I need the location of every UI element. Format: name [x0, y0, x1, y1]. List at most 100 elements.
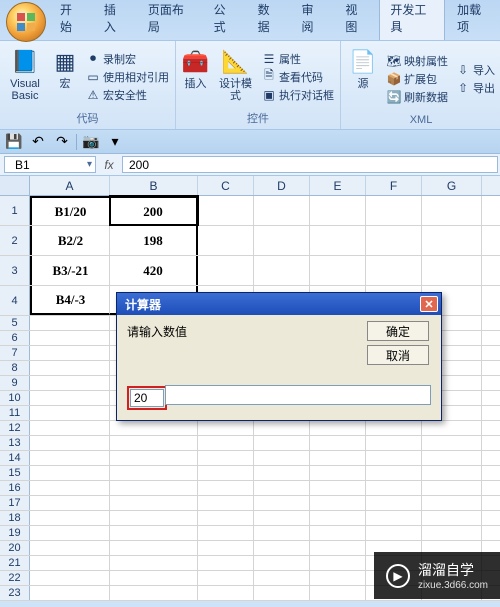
row-9[interactable]: 9 [0, 376, 30, 390]
cell[interactable] [310, 451, 366, 465]
cell-E1[interactable] [310, 196, 366, 225]
cell[interactable] [110, 511, 198, 525]
cell[interactable] [110, 571, 198, 585]
cell[interactable] [310, 421, 366, 435]
tab-review[interactable]: 审阅 [292, 0, 334, 40]
row-5[interactable]: 5 [0, 316, 30, 330]
cell[interactable] [198, 511, 254, 525]
row-17[interactable]: 17 [0, 496, 30, 510]
row-15[interactable]: 15 [0, 466, 30, 480]
use-relative-button[interactable]: ▭使用相对引用 [84, 68, 171, 86]
col-G[interactable]: G [422, 176, 482, 195]
row-10[interactable]: 10 [0, 391, 30, 405]
cell[interactable] [310, 256, 366, 285]
cell[interactable] [198, 541, 254, 555]
col-B[interactable]: B [110, 176, 198, 195]
cell[interactable] [30, 526, 110, 540]
tab-insert[interactable]: 插入 [94, 0, 136, 40]
col-D[interactable]: D [254, 176, 310, 195]
row-1[interactable]: 1 [0, 196, 30, 225]
cell[interactable] [30, 406, 110, 420]
cell-A4[interactable]: B4/-3 [30, 286, 110, 315]
undo-button[interactable]: ↶ [28, 133, 48, 151]
row-12[interactable]: 12 [0, 421, 30, 435]
tab-addins[interactable]: 加载项 [447, 0, 500, 40]
cell[interactable] [30, 331, 110, 345]
cell[interactable] [310, 586, 366, 600]
col-C[interactable]: C [198, 176, 254, 195]
cell[interactable] [30, 391, 110, 405]
cell[interactable] [30, 316, 110, 330]
cancel-button[interactable]: 取消 [367, 345, 429, 365]
cell[interactable] [254, 436, 310, 450]
tab-formulas[interactable]: 公式 [204, 0, 246, 40]
cell[interactable] [366, 256, 422, 285]
view-code-button[interactable]: 🗎查看代码 [260, 68, 336, 86]
cell[interactable] [366, 466, 422, 480]
cell[interactable] [110, 481, 198, 495]
cell[interactable] [30, 571, 110, 585]
properties-button[interactable]: ☰属性 [260, 50, 336, 68]
row-6[interactable]: 6 [0, 331, 30, 345]
cell[interactable] [310, 481, 366, 495]
cell-B2[interactable]: 198 [110, 226, 198, 255]
formula-input[interactable]: 200 [122, 156, 498, 173]
cell[interactable] [422, 496, 482, 510]
cell[interactable] [198, 571, 254, 585]
cell[interactable] [110, 541, 198, 555]
cell[interactable] [254, 511, 310, 525]
cell[interactable] [422, 526, 482, 540]
cell[interactable] [254, 556, 310, 570]
cell[interactable] [30, 361, 110, 375]
expansion-packs-button[interactable]: 📦扩展包 [385, 70, 450, 88]
cell[interactable] [310, 226, 366, 255]
row-21[interactable]: 21 [0, 556, 30, 570]
cell[interactable] [198, 496, 254, 510]
row-14[interactable]: 14 [0, 451, 30, 465]
row-23[interactable]: 23 [0, 586, 30, 600]
map-properties-button[interactable]: 🗺映射属性 [385, 52, 450, 70]
cell[interactable] [254, 586, 310, 600]
cell[interactable] [198, 451, 254, 465]
run-dialog-button[interactable]: ▣执行对话框 [260, 86, 336, 104]
cell[interactable] [422, 511, 482, 525]
cell-D1[interactable] [254, 196, 310, 225]
cell[interactable] [30, 541, 110, 555]
cell[interactable] [310, 496, 366, 510]
cell[interactable] [254, 481, 310, 495]
row-18[interactable]: 18 [0, 511, 30, 525]
cell[interactable] [30, 346, 110, 360]
tab-data[interactable]: 数据 [248, 0, 290, 40]
cell[interactable] [254, 256, 310, 285]
row-4[interactable]: 4 [0, 286, 30, 315]
cell-B3[interactable]: 420 [110, 256, 198, 285]
col-A[interactable]: A [30, 176, 110, 195]
cell-F1[interactable] [366, 196, 422, 225]
cell[interactable] [198, 586, 254, 600]
cell[interactable] [422, 451, 482, 465]
cell[interactable] [310, 466, 366, 480]
cell-B1[interactable]: 200 [110, 196, 198, 225]
cell[interactable] [30, 436, 110, 450]
cell[interactable] [198, 466, 254, 480]
cell[interactable] [198, 226, 254, 255]
cell[interactable] [366, 481, 422, 495]
dialog-close-button[interactable]: ✕ [420, 296, 438, 312]
cell-A1[interactable]: B1/20 [30, 196, 110, 225]
row-8[interactable]: 8 [0, 361, 30, 375]
dialog-input[interactable] [130, 389, 164, 407]
ok-button[interactable]: 确定 [367, 321, 429, 341]
cell[interactable] [366, 496, 422, 510]
cell[interactable] [198, 256, 254, 285]
cell[interactable] [254, 421, 310, 435]
cell[interactable] [198, 556, 254, 570]
cell[interactable] [422, 256, 482, 285]
tab-home[interactable]: 开始 [50, 0, 92, 40]
cell[interactable] [110, 451, 198, 465]
cell[interactable] [30, 376, 110, 390]
dialog-input-tail[interactable] [165, 385, 431, 405]
cell[interactable] [198, 481, 254, 495]
row-11[interactable]: 11 [0, 406, 30, 420]
insert-control-button[interactable]: 🧰 插入 [180, 44, 211, 109]
cell-C1[interactable] [198, 196, 254, 225]
